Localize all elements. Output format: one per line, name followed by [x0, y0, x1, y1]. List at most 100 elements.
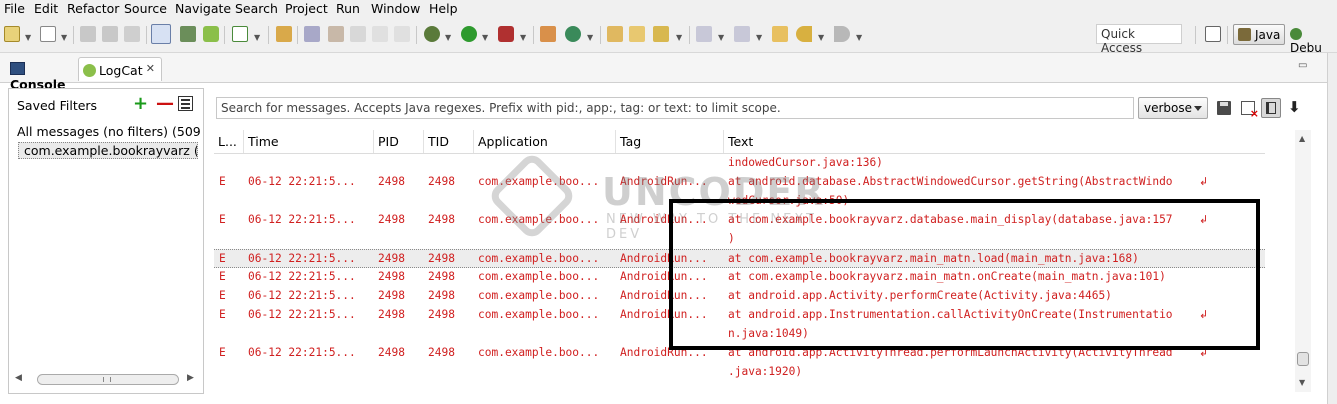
chevron-down-icon[interactable]: ▼ — [61, 33, 67, 42]
column-header-tid[interactable]: TID — [424, 130, 474, 153]
menu-edit[interactable]: Edit — [34, 1, 58, 16]
column-header-application[interactable]: Application — [474, 130, 616, 153]
tab-console[interactable]: Console — [4, 57, 74, 92]
menu-search[interactable]: Search — [235, 1, 278, 16]
tab-logcat[interactable]: LogCat ✕ — [78, 57, 162, 81]
open-perspective-icon[interactable] — [1205, 26, 1221, 42]
search-tool-icon[interactable] — [653, 26, 669, 42]
prev-annotation-icon[interactable] — [734, 26, 750, 42]
last-edit-icon[interactable] — [772, 26, 788, 42]
chevron-down-icon[interactable]: ▼ — [254, 33, 260, 42]
column-header-text[interactable]: Text — [724, 130, 1265, 153]
logcat-search-input[interactable] — [216, 97, 1134, 119]
minimize-view-icon[interactable]: ▭ — [1298, 60, 1307, 71]
scroll-down-icon[interactable]: ▼ — [1299, 378, 1305, 387]
scrollbar-thumb[interactable] — [37, 374, 179, 385]
debug-bug-icon[interactable] — [424, 26, 440, 42]
open-type-icon[interactable] — [607, 26, 623, 42]
menu-source[interactable]: Source — [124, 1, 167, 16]
close-icon[interactable]: ✕ — [146, 62, 155, 75]
column-header-time[interactable]: Time — [244, 130, 374, 153]
document-icon[interactable] — [372, 26, 388, 42]
checklist-icon[interactable] — [232, 26, 248, 42]
column-header-level[interactable]: L... — [214, 130, 244, 153]
menu-navigate[interactable]: Navigate — [175, 1, 231, 16]
perspective-debug-button[interactable]: Debu — [1290, 27, 1337, 55]
paragraph-icon[interactable] — [394, 26, 410, 42]
column-header-pid[interactable]: PID — [374, 130, 424, 153]
toolbar-separator — [146, 26, 147, 44]
table-row[interactable]: E 06-12 22:21:5... 2498 2498 com.example.boo… — [214, 211, 1265, 230]
new-icon[interactable] — [4, 26, 20, 42]
save-icon[interactable] — [80, 26, 96, 42]
chevron-down-icon[interactable]: ▼ — [718, 33, 724, 42]
new-file-icon[interactable] — [40, 26, 56, 42]
filter-item-app[interactable]: com.example.bookrayvarz (Session — [18, 142, 198, 159]
menu-file[interactable]: File — [4, 1, 25, 16]
menu-refactor[interactable]: Refactor — [67, 1, 119, 16]
scroll-up-icon[interactable]: ▲ — [1299, 134, 1305, 143]
next-annotation-icon[interactable] — [696, 26, 712, 42]
quick-access-field[interactable]: Quick Access — [1096, 24, 1182, 55]
add-filter-button[interactable]: + — [133, 95, 148, 113]
log-level: E — [219, 308, 226, 321]
line-wrap-icon: ↲ — [1199, 346, 1209, 359]
run-icon[interactable] — [461, 26, 477, 42]
log-level-select[interactable]: verbose — [1138, 97, 1208, 119]
table-row[interactable]: E 06-12 22:21:5... 2498 2498 com.example.boo… — [214, 249, 1265, 268]
toggle-saved-filters-icon[interactable] — [1261, 98, 1281, 118]
column-header-tag[interactable]: Tag — [616, 130, 724, 153]
table-row[interactable]: E 06-12 22:21:5... 2498 2498 com.example.boo… — [214, 306, 1265, 325]
chevron-down-icon[interactable]: ▼ — [25, 33, 31, 42]
table-row[interactable]: wedCursor.java:50) — [214, 192, 1265, 211]
android-sdk-icon[interactable] — [203, 26, 219, 42]
table-row[interactable]: .java:1920) — [214, 363, 1265, 382]
chevron-down-icon[interactable]: ▼ — [587, 33, 593, 42]
download-icon[interactable] — [180, 26, 196, 42]
run-external-icon[interactable] — [498, 26, 514, 42]
new-class-wizard-icon[interactable] — [565, 26, 581, 42]
menu-project[interactable]: Project — [285, 1, 328, 16]
forward-arrow-icon[interactable] — [834, 26, 850, 42]
scrollbar-thumb[interactable] — [1297, 352, 1309, 366]
skip-breakpoints-icon[interactable] — [151, 24, 171, 44]
print-icon[interactable] — [124, 26, 140, 42]
menu-help[interactable]: Help — [429, 1, 458, 16]
layout-icon[interactable] — [350, 26, 366, 42]
wand-icon[interactable] — [304, 26, 320, 42]
scroll-left-icon[interactable]: ◀ — [15, 373, 22, 383]
table-row[interactable]: E 06-12 22:21:5... 2498 2498 com.example.boo… — [214, 287, 1265, 306]
chevron-down-icon[interactable]: ▼ — [756, 33, 762, 42]
chevron-down-icon[interactable]: ▼ — [856, 33, 862, 42]
chevron-down-icon[interactable]: ▼ — [445, 33, 451, 42]
save-all-icon[interactable] — [102, 26, 118, 42]
log-tag: AndroidRun... — [620, 308, 708, 321]
chevron-down-icon[interactable]: ▼ — [676, 33, 682, 42]
chevron-down-icon[interactable]: ▼ — [818, 33, 824, 42]
filters-horizontal-scrollbar[interactable]: ◀ ▶ — [15, 373, 197, 387]
scroll-lock-icon[interactable]: ⬇ — [1288, 98, 1302, 116]
remove-filter-button[interactable]: — — [156, 95, 174, 113]
scroll-right-icon[interactable]: ▶ — [187, 373, 194, 383]
save-log-icon[interactable] — [1217, 101, 1231, 115]
chevron-down-icon[interactable]: ▼ — [482, 33, 488, 42]
table-row[interactable]: E 06-12 22:21:5... 2498 2498 com.example.boo… — [214, 268, 1265, 287]
log-vertical-scrollbar[interactable]: ▲ ▼ — [1295, 130, 1311, 392]
chevron-down-icon[interactable]: ▼ — [520, 33, 526, 42]
table-row[interactable]: E 06-12 22:21:5... 2498 2498 com.example.boo… — [214, 344, 1265, 363]
table-row[interactable]: indowedCursor.java:136) — [214, 154, 1265, 173]
edit-filter-icon[interactable] — [178, 96, 193, 111]
filter-item-all-messages[interactable]: All messages (no filters) (5097) — [17, 124, 201, 139]
back-arrow-icon[interactable] — [796, 26, 812, 42]
table-row[interactable]: E 06-12 22:21:5... 2498 2498 com.example.boo… — [214, 173, 1265, 192]
new-package-icon[interactable] — [540, 26, 556, 42]
new-class-icon[interactable] — [276, 26, 292, 42]
open-folder-icon[interactable] — [629, 26, 645, 42]
perspective-java-button[interactable]: Java — [1233, 24, 1285, 45]
clear-log-icon[interactable] — [1241, 101, 1259, 120]
brush-icon[interactable] — [328, 26, 344, 42]
menu-window[interactable]: Window — [371, 1, 420, 16]
table-row[interactable]: ) — [214, 230, 1265, 249]
menu-run[interactable]: Run — [336, 1, 360, 16]
table-row[interactable]: n.java:1049) — [214, 325, 1265, 344]
